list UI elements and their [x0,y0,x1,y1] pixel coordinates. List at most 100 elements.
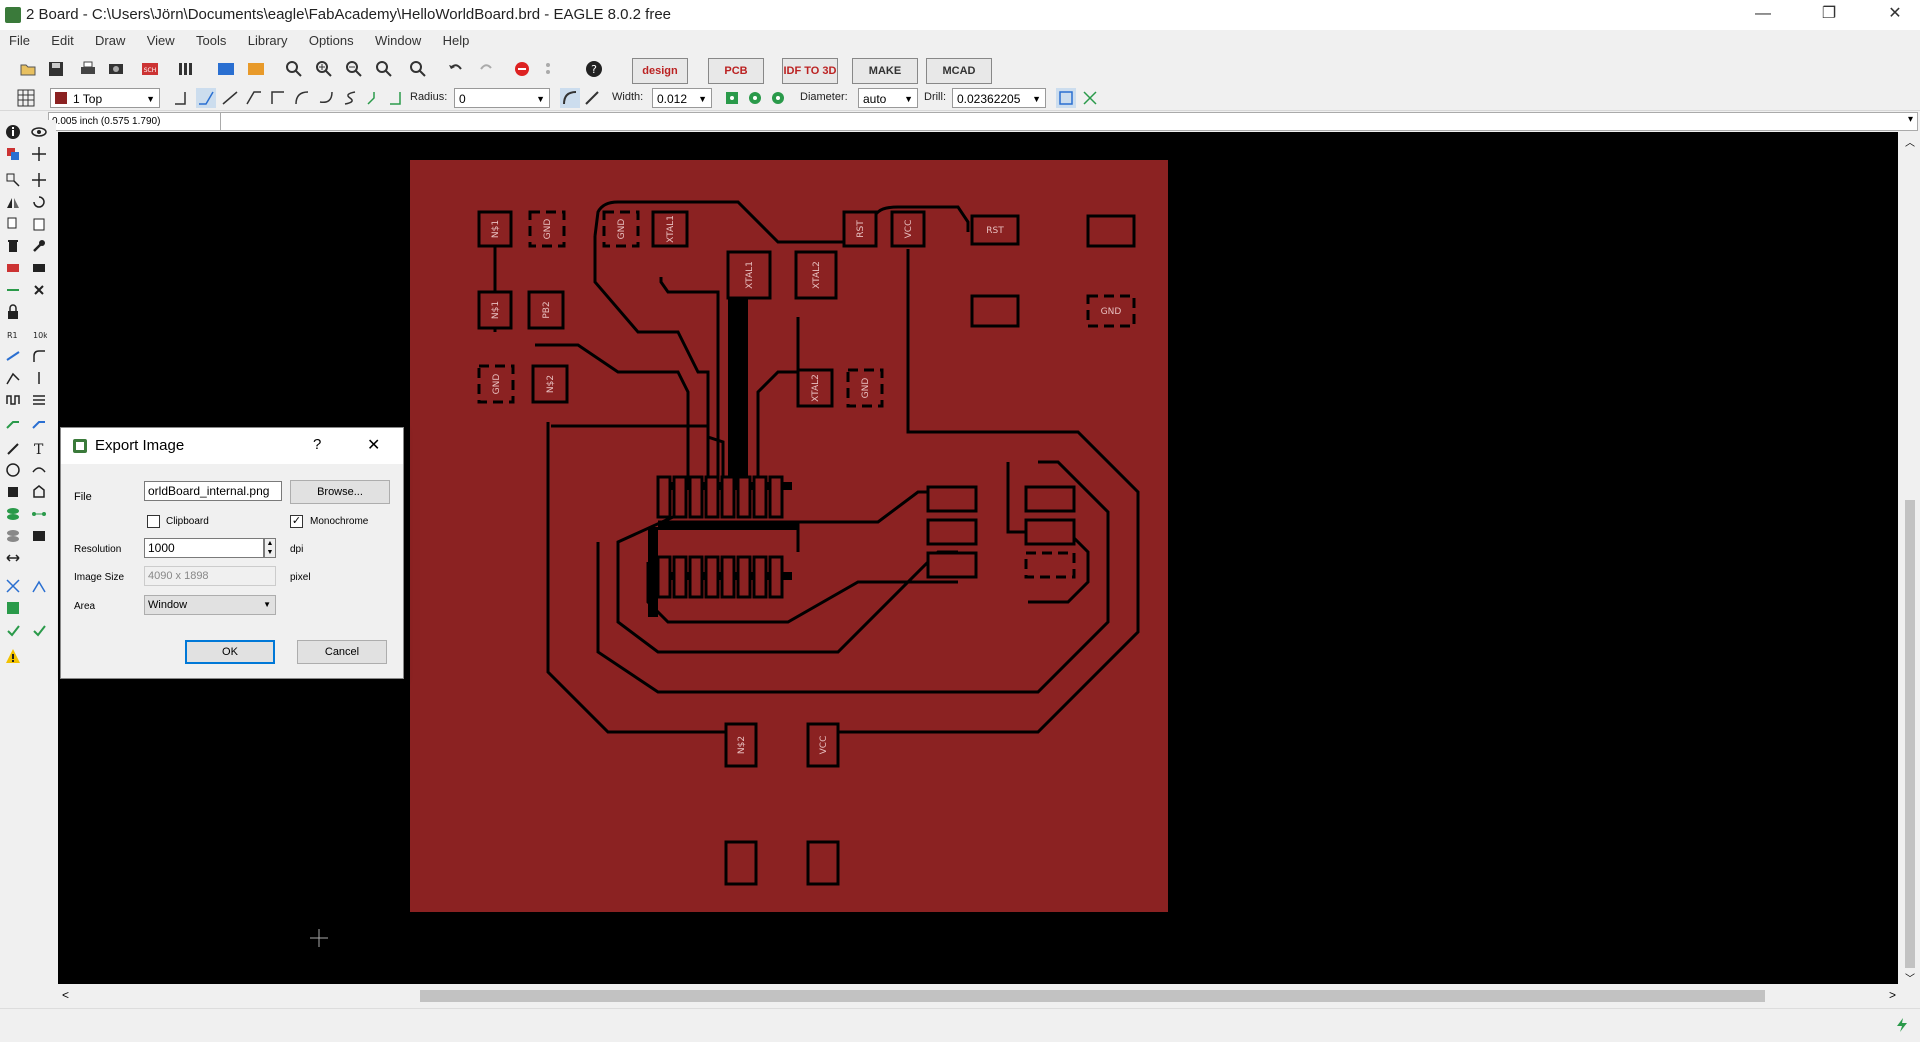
idf-button[interactable]: IDF TO 3D [782,58,838,84]
copy-icon[interactable] [5,216,21,232]
cam-icon[interactable] [106,59,126,79]
wire-bend-6-icon[interactable] [316,88,336,108]
move-icon[interactable] [5,172,21,188]
radius-select[interactable]: 0 ▼ [454,88,550,108]
slice-icon[interactable] [31,370,47,386]
wire-icon[interactable] [5,440,21,456]
open-icon[interactable] [18,59,38,79]
mcad-button[interactable]: MCAD [926,58,992,84]
optimize-icon[interactable] [5,348,21,364]
arc-icon[interactable] [31,462,47,478]
ratsnest-icon[interactable] [5,600,21,616]
airwire-icon[interactable] [1080,88,1100,108]
drc-icon[interactable] [31,622,47,638]
zoom-fit-icon[interactable] [284,59,304,79]
diameter-select[interactable]: auto ▼ [858,88,918,108]
layers-icon[interactable] [5,146,21,162]
wire-bend-2-icon[interactable] [220,88,240,108]
clipboard-checkbox[interactable] [147,515,160,528]
rect-icon[interactable] [5,484,21,500]
scroll-left-icon[interactable]: < [62,988,69,1002]
cancel-button[interactable]: Cancel [297,640,387,664]
wire-bend-5-icon[interactable] [292,88,312,108]
value-icon[interactable]: 10k [31,326,47,342]
resolution-input[interactable] [144,538,264,558]
arc-miter-icon[interactable] [560,88,580,108]
autorouter-icon[interactable] [5,578,21,594]
stop-icon[interactable] [512,59,532,79]
menu-window[interactable]: Window [366,30,430,51]
polygon-icon[interactable] [31,484,47,500]
split-wire-icon[interactable] [5,370,21,386]
via-octagon-icon[interactable] [768,88,788,108]
area-select[interactable]: Window ▼ [144,595,276,615]
menu-options[interactable]: Options [300,30,363,51]
layer-select[interactable]: 1 Top ▼ [50,88,160,108]
resolution-stepper[interactable]: ▲ ▼ [264,538,276,558]
scroll-down-icon[interactable]: ﹀ [1905,970,1915,985]
menu-edit[interactable]: Edit [42,30,82,51]
lightning-icon[interactable] [1894,1017,1910,1033]
circle-icon[interactable] [5,462,21,478]
menu-help[interactable]: Help [434,30,479,51]
mirror-icon[interactable] [5,194,21,210]
errors-warning-icon[interactable] [5,648,21,664]
smash-icon[interactable] [31,282,47,298]
miter-straight-icon[interactable] [386,88,406,108]
text-icon[interactable]: T [31,440,47,456]
make-button[interactable]: MAKE [852,58,918,84]
split-icon[interactable] [5,282,21,298]
dialog-close-button[interactable]: ✕ [367,435,380,455]
name-icon[interactable]: R1 [5,326,21,342]
follow-me-icon[interactable] [31,578,47,594]
wire-bend-1-icon[interactable] [196,88,216,108]
lock-icon[interactable] [5,304,21,320]
via-round-icon[interactable] [745,88,765,108]
zoom-redraw-icon[interactable] [374,59,394,79]
chevron-down-icon[interactable]: ▾ [1908,114,1913,125]
scroll-right-icon[interactable]: > [1889,988,1896,1002]
menu-file[interactable]: File [0,30,39,51]
show-eye-icon[interactable] [31,124,47,140]
erc-icon[interactable] [5,622,21,638]
via-stack-icon[interactable] [1056,88,1076,108]
drill-select[interactable]: 0.02362205 ▼ [952,88,1046,108]
attribute-icon[interactable] [31,528,47,544]
menu-tools[interactable]: Tools [187,30,235,51]
delete-icon[interactable] [5,238,21,254]
ulp-icon[interactable] [246,59,266,79]
script-icon[interactable] [216,59,236,79]
width-select[interactable]: 0.012 ▼ [652,88,712,108]
via-square-icon[interactable] [722,88,742,108]
wire-bend-4-icon[interactable] [268,88,288,108]
dimension-icon[interactable] [5,550,21,566]
straight-miter-icon[interactable] [582,88,602,108]
ripup-icon[interactable] [31,414,47,430]
go-icon[interactable] [538,59,558,79]
vertical-scroll-thumb[interactable] [1905,500,1915,968]
zoom-in-icon[interactable] [314,59,334,79]
move-arrows-icon[interactable] [31,172,47,188]
menu-draw[interactable]: Draw [86,30,134,51]
browse-button[interactable]: Browse... [290,480,390,504]
signal-icon[interactable] [31,506,47,522]
command-input[interactable] [225,113,1899,130]
print-icon[interactable] [78,59,98,79]
zoom-select-icon[interactable] [408,59,428,79]
menu-view[interactable]: View [138,30,184,51]
restore-button[interactable]: ❐ [1806,0,1852,30]
ok-button[interactable]: OK [185,640,275,664]
help-button[interactable]: ? [313,436,321,453]
scroll-up-icon[interactable]: ︿ [1905,134,1915,149]
hole-icon[interactable] [5,528,21,544]
redo-icon[interactable] [476,59,496,79]
miter-icon[interactable] [31,348,47,364]
wire-bend-7-icon[interactable] [340,88,360,108]
schematic-icon[interactable]: SCH [140,59,160,79]
minimize-button[interactable]: — [1740,0,1786,30]
horizontal-scroll-thumb[interactable] [420,990,1765,1002]
paste-icon[interactable] [31,216,47,232]
save-icon[interactable] [46,59,66,79]
file-input[interactable] [144,481,282,501]
undo-icon[interactable] [446,59,466,79]
